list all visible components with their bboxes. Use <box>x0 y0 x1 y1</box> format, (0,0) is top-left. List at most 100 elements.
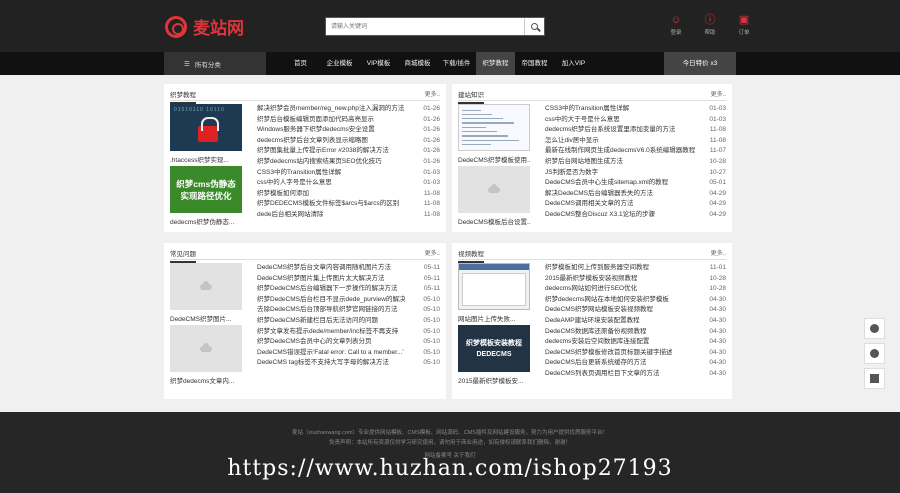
list-item[interactable]: DedeCMS织梦模板修改首页标题关键字描述 04-30 <box>545 348 726 359</box>
thumbnail-card[interactable]: 织梦cms伪静态 实现路径优化 dedecms织梦伪静态... <box>170 166 245 228</box>
list-item[interactable]: DedeAMP建站环境安装配置教程 04-30 <box>545 316 726 327</box>
article-title[interactable]: dedecms安装后空间数据库连接配置 <box>545 337 649 348</box>
article-title[interactable]: CSS3中的Transition属性详解 <box>257 168 341 179</box>
qrcode-float-button[interactable] <box>864 368 885 389</box>
list-item[interactable]: CSS3中的Transition属性详解 01-03 <box>545 104 726 115</box>
list-item[interactable]: 织梦后台模板编辑页面添加代码高亮显示 01-26 <box>257 115 440 126</box>
list-item[interactable]: 织梦文章发布提示dede/member/inc标签不再支持 05-10 <box>257 327 440 338</box>
article-title[interactable]: css中的人字号是什么意思 <box>257 178 332 189</box>
list-item[interactable]: 织梦DEDECMS模板文件标签$arcs与$arcs的区别 11-08 <box>257 199 440 210</box>
list-item[interactable]: 织梦图集批量上传提示Error #2038的解决方法 01-26 <box>257 146 440 157</box>
more-link[interactable]: 更多.. <box>425 248 440 257</box>
more-link[interactable]: 更多.. <box>711 248 726 257</box>
list-item[interactable]: 最新在线制作网页生成dedecmsV6.0系统编辑器教程 11-07 <box>545 146 726 157</box>
order-link[interactable]: ▣ 订单 <box>733 14 755 36</box>
article-title[interactable]: 织梦后台网站地图生成方法 <box>545 157 623 168</box>
more-link[interactable]: 更多.. <box>425 89 440 98</box>
article-title[interactable]: Windows服务器下织梦dedecms安全设置 <box>257 125 375 136</box>
logo[interactable]: 麦站网 <box>165 14 244 39</box>
list-item[interactable]: DedeCMS列表页调用栏目下文章的方法 04-30 <box>545 369 726 380</box>
article-title[interactable]: 织梦dedecms站内搜索结果页SEO优化技巧 <box>257 157 382 168</box>
article-title[interactable]: 2015最新织梦模板安装视频教程 <box>545 274 637 285</box>
article-title[interactable]: DedeCMS tag标签不支持大写字母的解决方法 <box>257 358 389 369</box>
list-item[interactable]: DedeCMS整合Discuz X3.1论坛的步骤 04-29 <box>545 210 726 221</box>
nav-item[interactable]: 企业模板 <box>320 52 359 75</box>
list-item[interactable]: DedeCMS调用相关文章的方法 04-29 <box>545 199 726 210</box>
article-title[interactable]: DedeCMS织梦后台文章内容调用随机图片方法 <box>257 263 391 274</box>
list-item[interactable]: DedeCMS错误提示'Fatal error: Call to a membe… <box>257 348 440 359</box>
article-title[interactable]: DedeAMP建站环境安装配置教程 <box>545 316 640 327</box>
list-item[interactable]: DedeCMS织梦图片集上传图片太大解决方法 05-11 <box>257 274 440 285</box>
article-title[interactable]: 织梦模板如何上传到服务器空间教程 <box>545 263 649 274</box>
list-item[interactable]: 织梦DedeCMS后台栏目不显示dede_purview的解决 05-10 <box>257 295 440 306</box>
thumbnail-card[interactable]: 01010110 10110 .htaccess织梦实现... <box>170 104 245 166</box>
list-item[interactable]: dede后台相关网站清除 11-08 <box>257 210 440 221</box>
article-title[interactable]: dede后台相关网站清除 <box>257 210 323 221</box>
article-title[interactable]: JS判断是否为数字 <box>545 168 598 179</box>
nav-vip[interactable]: 今日特价 x3 <box>664 52 736 75</box>
more-link[interactable]: 更多.. <box>711 89 726 98</box>
list-item[interactable]: 织梦模板如何上传到服务器空间教程 11-01 <box>545 263 726 274</box>
article-title[interactable]: 去除DedeCMS后台顶部导航织梦官网链接的方法 <box>257 305 397 316</box>
thumbnail-card[interactable]: 网站图片上传失败... <box>458 263 533 325</box>
article-title[interactable]: 最新在线制作网页生成dedecmsV6.0系统编辑器教程 <box>545 146 695 157</box>
article-title[interactable]: 织梦DedeCMS会员中心的文章列表分页 <box>257 337 371 348</box>
article-title[interactable]: 织梦模板如何添加 <box>257 189 309 200</box>
compass-float-button[interactable] <box>864 343 885 364</box>
article-title[interactable]: dedecms织梦后台系统设置里添加变量的方法 <box>545 125 675 136</box>
list-item[interactable]: css中的大于号是什么意思 01-03 <box>545 115 726 126</box>
article-title[interactable]: 织梦DedeCMS新建栏目后无法访问的问题 <box>257 316 378 327</box>
list-item[interactable]: css中的人字号是什么意思 01-03 <box>257 178 440 189</box>
list-item[interactable]: dedecms网站如何进行SEO优化 10-28 <box>545 284 726 295</box>
qq-float-button[interactable] <box>864 318 885 339</box>
article-title[interactable]: DedeCMS织梦图片集上传图片太大解决方法 <box>257 274 384 285</box>
list-item[interactable]: 织梦DedeCMS会员中心的文章列表分页 05-10 <box>257 337 440 348</box>
list-item[interactable]: 织梦模板如何添加 11-08 <box>257 189 440 200</box>
list-item[interactable]: 解决织梦会员member/reg_new.php注入漏洞的方法 01-26 <box>257 104 440 115</box>
list-item[interactable]: 织梦DedeCMS新建栏目后无法访问的问题 05-10 <box>257 316 440 327</box>
article-title[interactable]: 织梦dedecms网站在本地如何安装织梦模板 <box>545 295 669 306</box>
list-item[interactable]: DedeCMS数据库还原备份视频教程 04-30 <box>545 327 726 338</box>
list-item[interactable]: CSS3中的Transition属性详解 01-03 <box>257 168 440 179</box>
all-categories-button[interactable]: ☰ 所有分类 <box>164 52 266 75</box>
list-item[interactable]: DedeCMS tag标签不支持大写字母的解决方法 05-10 <box>257 358 440 369</box>
list-item[interactable]: DedeCMS织梦后台文章内容调用随机图片方法 05-11 <box>257 263 440 274</box>
article-title[interactable]: 解决DedeCMS后台编辑器丢失的方法 <box>545 189 653 200</box>
article-title[interactable]: DedeCMS数据库还原备份视频教程 <box>545 327 646 338</box>
article-title[interactable]: DedeCMS整合Discuz X3.1论坛的步骤 <box>545 210 655 221</box>
thumbnail-card[interactable]: DedeCMS织梦模板使用... <box>458 104 533 166</box>
list-item[interactable]: 织梦dedecms站内搜索结果页SEO优化技巧 01-26 <box>257 157 440 168</box>
thumbnail-card[interactable]: 织梦dedecms文章内... <box>170 325 245 387</box>
list-item[interactable]: 织梦dedecms网站在本地如何安装织梦模板 04-30 <box>545 295 726 306</box>
thumbnail-card[interactable]: 织梦模板安装教程 DEDECMS 2015最新织梦模板安... <box>458 325 533 387</box>
article-title[interactable]: 织梦DEDECMS模板文件标签$arcs与$arcs的区别 <box>257 199 399 210</box>
list-item[interactable]: dedecms织梦后台文章列表显示缩略图 01-26 <box>257 136 440 147</box>
search-input[interactable] <box>326 18 524 35</box>
article-title[interactable]: DedeCMS会员中心生成sitemap.xml的教程 <box>545 178 668 189</box>
article-title[interactable]: DedeCMS调用相关文章的方法 <box>545 199 633 210</box>
nav-item[interactable]: VIP模板 <box>359 52 398 75</box>
list-item[interactable]: 怎么让div居中显示 11-08 <box>545 136 726 147</box>
nav-item[interactable]: 商城模板 <box>398 52 437 75</box>
nav-item[interactable]: 帝国教程 <box>515 52 554 75</box>
article-title[interactable]: DedeCMS列表页调用栏目下文章的方法 <box>545 369 659 380</box>
article-title[interactable]: 织梦文章发布提示dede/member/inc标签不再支持 <box>257 327 398 338</box>
list-item[interactable]: Windows服务器下织梦dedecms安全设置 01-26 <box>257 125 440 136</box>
login-link[interactable]: ☺ 登录 <box>665 14 687 36</box>
nav-item[interactable]: 下载/插件 <box>437 52 476 75</box>
article-title[interactable]: 织梦图集批量上传提示Error #2038的解决方法 <box>257 146 389 157</box>
nav-item[interactable]: 织梦教程 <box>476 52 515 75</box>
list-item[interactable]: DedeCMS织梦网站模板安装视频教程 04-30 <box>545 305 726 316</box>
article-title[interactable]: DedeCMS后台更新系统缓存的方法 <box>545 358 646 369</box>
list-item[interactable]: JS判断是否为数字 10-27 <box>545 168 726 179</box>
article-title[interactable]: dedecms织梦后台文章列表显示缩略图 <box>257 136 368 147</box>
list-item[interactable]: DedeCMS会员中心生成sitemap.xml的教程 05-01 <box>545 178 726 189</box>
list-item[interactable]: 2015最新织梦模板安装视频教程 10-28 <box>545 274 726 285</box>
list-item[interactable]: 织梦后台网站地图生成方法 10-28 <box>545 157 726 168</box>
list-item[interactable]: dedecms织梦后台系统设置里添加变量的方法 11-08 <box>545 125 726 136</box>
article-title[interactable]: DedeCMS错误提示'Fatal error: Call to a membe… <box>257 348 404 359</box>
list-item[interactable]: 解决DedeCMS后台编辑器丢失的方法 04-29 <box>545 189 726 200</box>
nav-item[interactable]: 首页 <box>281 52 320 75</box>
article-title[interactable]: DedeCMS织梦模板修改首页标题关键字描述 <box>545 348 672 359</box>
list-item[interactable]: 织梦DedeCMS后台编辑器下一步操作的解决方法 05-11 <box>257 284 440 295</box>
